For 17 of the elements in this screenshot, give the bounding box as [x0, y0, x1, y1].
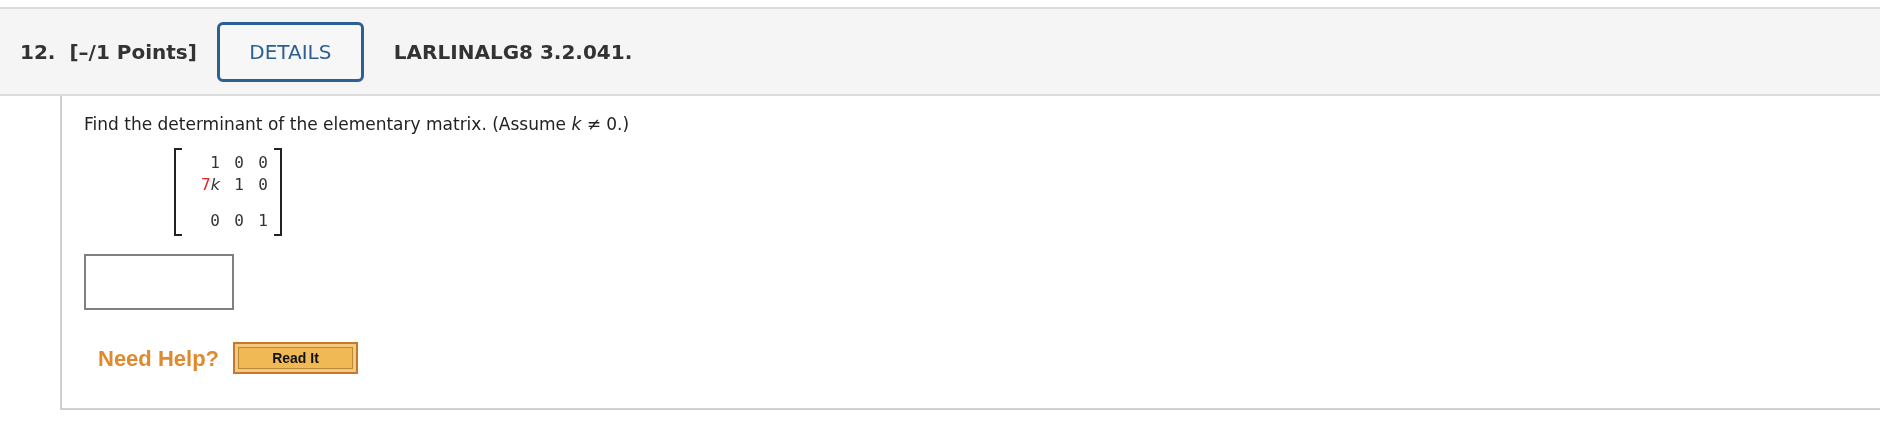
matrix-entry: 7k	[200, 173, 221, 196]
matrix-entry: 1	[233, 173, 245, 196]
details-button[interactable]: DETAILS	[216, 21, 364, 82]
question-number: 12.	[20, 38, 56, 66]
answer-field[interactable]	[84, 253, 234, 310]
problem-id: LARLINALG8 3.2.041.	[393, 38, 633, 66]
matrix-entry: 1	[209, 151, 221, 174]
matrix-entry: 0	[209, 209, 221, 232]
need-help-label: Need Help?	[98, 344, 220, 373]
read-it-button[interactable]: Read It	[233, 342, 359, 374]
matrix-entry: 0	[233, 209, 245, 232]
question-text: Find the determinant of the elementary matrix. (Assume k ≠ 0.)	[84, 113, 631, 136]
matrix-entry: 1	[257, 209, 269, 232]
matrix-entry: 0	[233, 151, 245, 174]
matrix-entry: 0	[257, 173, 269, 196]
matrix-entry: 0	[257, 151, 269, 174]
points-label: [–/1 Points]	[69, 38, 197, 66]
